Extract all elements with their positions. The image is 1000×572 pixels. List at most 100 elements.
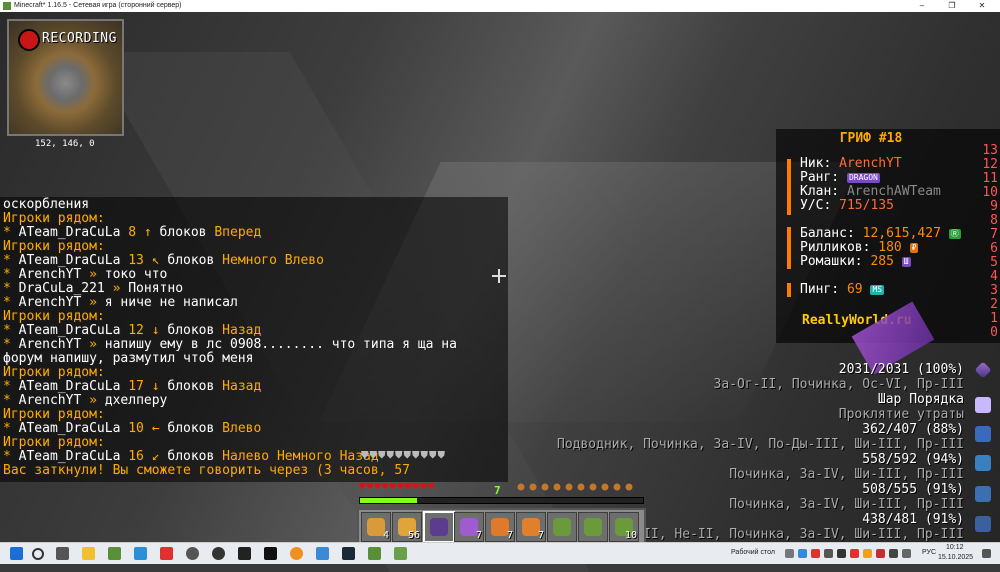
balance-label: Баланс: [800,226,855,241]
chat-segment: Игроки рядом: [3,365,105,380]
tray-icon[interactable] [863,549,872,558]
chat-segment: » [81,295,105,310]
hotbar-slot[interactable] [423,511,455,543]
chat-line: * ATeam_DraCuLa 17 ↓ блоков Назад [3,379,261,394]
hotbar-slot[interactable]: 7 [454,512,484,542]
chat-segment: Немного Влево [222,253,324,268]
clock-date[interactable]: 15.10.2025 [938,554,973,561]
start-icon[interactable] [10,547,23,560]
explorer-icon[interactable] [82,547,95,560]
chat-segment: ArenchYT [18,295,82,310]
minecraft-taskbar-icon[interactable] [108,547,121,560]
language-indicator[interactable]: РУС [922,549,936,556]
chat-segment: Игроки рядом: [3,435,105,450]
hotbar-slot[interactable]: 7 [485,512,515,542]
minecraft-icon [3,2,11,10]
equipment-line: 2031/2031 (100%) [838,362,964,377]
chat-segment: * [3,449,19,464]
chat-line: * ArenchYT » напишу ему в лс 0908.......… [3,337,457,352]
chat-segment: Назад [222,379,262,394]
chat-segment: блоков [159,225,215,240]
tray-icon[interactable] [785,549,794,558]
chat-segment: Игроки рядом: [3,309,105,324]
tray-icon[interactable] [798,549,807,558]
clock-time[interactable]: 10:12 [946,544,964,551]
app-icon[interactable] [186,547,199,560]
chat-segment: * [3,323,19,338]
chat-segment: * [3,267,19,282]
hunger-icons [517,483,633,491]
yandex-icon[interactable] [160,547,173,560]
hotbar[interactable]: 4 56 7 7 7 10 [357,508,646,544]
minecraft-taskbar-icon[interactable] [368,547,381,560]
desktop-label[interactable]: Рабочий стол [731,549,775,556]
chat-segment: * [3,379,19,394]
scoreboard-accent-bar [787,283,791,297]
app-icon[interactable] [316,547,329,560]
steam-icon[interactable] [342,547,355,560]
scoreboard-rank-row: Ранг: DRAGON [800,170,880,185]
hotbar-slot[interactable] [578,512,608,542]
chat-segment: * [3,393,19,408]
taskview-icon[interactable] [56,547,69,560]
windows-taskbar: Рабочий стол РУС 10:12 15.10.2025 [0,542,1000,564]
nick-label: Ник: [800,156,832,171]
chat-segment: Игроки рядом: [3,407,105,422]
chat-segment: * [3,295,19,310]
scoreboard-line-number: 13 [982,143,998,158]
notification-icon[interactable] [982,549,991,558]
chrome-icon[interactable] [290,547,303,560]
romashki-label: Ромашки: [800,254,863,269]
app-icon[interactable] [264,547,277,560]
xp-fill [360,498,417,503]
chat-line: * ATeam_DraCuLa 10 ← блоков Влево [3,421,261,436]
chestplate-icon [975,455,991,471]
scoreboard-line-number: 3 [990,283,998,298]
scoreboard-ping-row: Пинг: 69 MS [800,282,885,297]
chat-segment: * [3,337,19,352]
hotbar-slot[interactable] [547,512,577,542]
chat-segment: блоков [167,449,223,464]
chat-segment: 8 ↑ [120,225,160,240]
tray-icon[interactable] [837,549,846,558]
tray-icon[interactable] [889,549,898,558]
chat-segment: Вперед [214,225,262,240]
minecraft-taskbar-icon[interactable] [394,547,407,560]
hotbar-slot[interactable]: 7 [516,512,546,542]
balance-badge: Ⓡ [948,228,961,239]
tray-icon[interactable] [811,549,820,558]
search-icon[interactable] [32,548,44,560]
hotbar-slot[interactable]: 10 [609,512,639,542]
scoreboard: ГРИФ #18 13 12 11 10 9 8 7 6 5 4 3 2 1 0 Ник: ArenchY… [776,129,1000,343]
chat-segment: * [3,225,19,240]
capcut-icon[interactable] [238,547,251,560]
hotbar-slot[interactable]: 4 [361,512,391,542]
tray-icon[interactable] [876,549,885,558]
obs-icon[interactable] [212,547,225,560]
tray-icon[interactable] [824,549,833,558]
equipment-line: Подводник, Починка, За-IV, По-Ды-III, Ши… [557,437,964,452]
scoreboard-line-number: 10 [982,185,998,200]
rillik-label: Рилликов: [800,240,871,255]
tray-icon[interactable] [850,549,859,558]
chat-segment: ATeam_DraCuLa [18,253,121,268]
hotbar-slot[interactable]: 56 [392,512,422,542]
close-button[interactable]: ✕ [967,0,997,12]
scoreboard-line-number: 5 [990,255,998,270]
chat-segment: дхелперу [104,393,168,408]
chat-segment: 13 ↖ [120,253,168,268]
app-icon[interactable] [134,547,147,560]
minimize-button[interactable]: – [907,0,937,12]
chat-segment: Вас заткнули! Вы сможете говорить через … [3,463,410,478]
chat-line: * DraCuLa_221 » Понятно [3,281,183,296]
chat-segment: токо что [104,267,168,282]
romashki-badge: Ш [901,256,911,267]
equipment-line: 362/407 (88%) [862,422,964,437]
chat-segment: Назад [222,323,262,338]
maximize-button[interactable]: ❐ [937,0,967,12]
chat-line: Игроки рядом: [3,309,105,324]
equipment-line: За-Ог-II, Починка, Ос-VI, Пр-III [713,377,964,392]
leggings-icon [975,486,991,502]
wifi-icon[interactable] [902,549,911,558]
chat-segment: ATeam_DraCuLa [18,449,121,464]
